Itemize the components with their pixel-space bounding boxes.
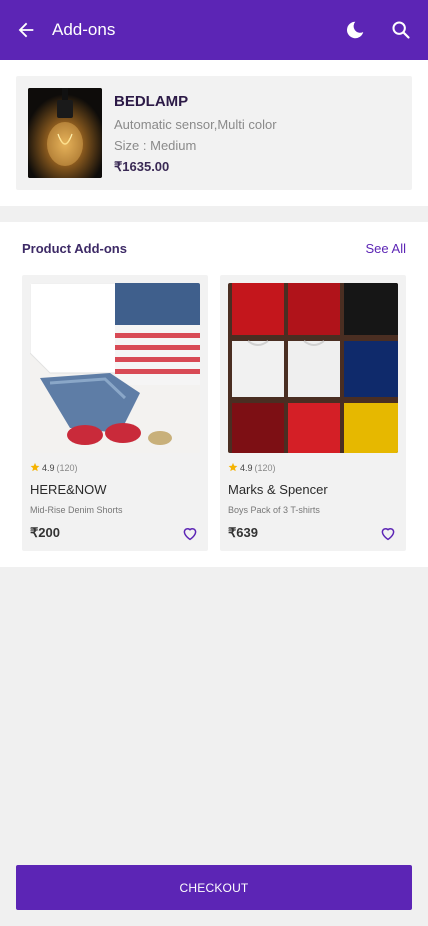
product-section: BEDLAMP Automatic sensor,Multi color Siz… [0,60,428,206]
addons-heading: Product Add-ons [22,241,127,256]
addons-section: Product Add-ons See All 4.9 (120) HERE&N… [0,222,428,567]
search-icon[interactable] [388,17,414,43]
rating-value: 4.9 [42,463,55,473]
star-icon [30,462,40,474]
rating: 4.9 (120) [228,462,276,474]
bulb-lamp-image [28,88,102,178]
rating-value: 4.9 [240,463,253,473]
star-icon [228,462,238,474]
addon-card[interactable]: 4.9 (120) Marks & Spencer Boys Pack of 3… [220,275,406,551]
tshirts-grid-image [228,283,398,453]
addon-subtitle: Boys Pack of 3 T-shirts [228,505,320,515]
heart-icon[interactable] [378,523,398,543]
product-name: BEDLAMP [114,93,189,110]
heart-icon[interactable] [180,523,200,543]
addon-brand: HERE&NOW [30,482,107,497]
checkout-button[interactable]: CHECKOUT [16,865,412,910]
addon-subtitle: Mid-Rise Denim Shorts [30,505,123,515]
rating: 4.9 (120) [30,462,78,474]
clothing-flatlay-image [30,283,200,453]
addon-price: ₹639 [228,525,258,540]
back-arrow-icon[interactable] [12,16,40,44]
rating-count: (120) [56,463,78,473]
addon-price: ₹200 [30,525,60,540]
see-all-link[interactable]: See All [366,241,406,256]
product-price: ₹1635.00 [114,159,170,174]
product-card[interactable]: BEDLAMP Automatic sensor,Multi color Siz… [16,76,412,190]
product-size: Size : Medium [114,138,197,153]
addon-card[interactable]: 4.9 (120) HERE&NOW Mid-Rise Denim Shorts… [22,275,208,551]
moon-icon[interactable] [342,17,368,43]
page-title: Add-ons [52,20,116,39]
addon-brand: Marks & Spencer [228,482,328,497]
app-bar: Add-ons [0,0,428,60]
rating-count: (120) [254,463,276,473]
product-description: Automatic sensor,Multi color [114,117,277,132]
